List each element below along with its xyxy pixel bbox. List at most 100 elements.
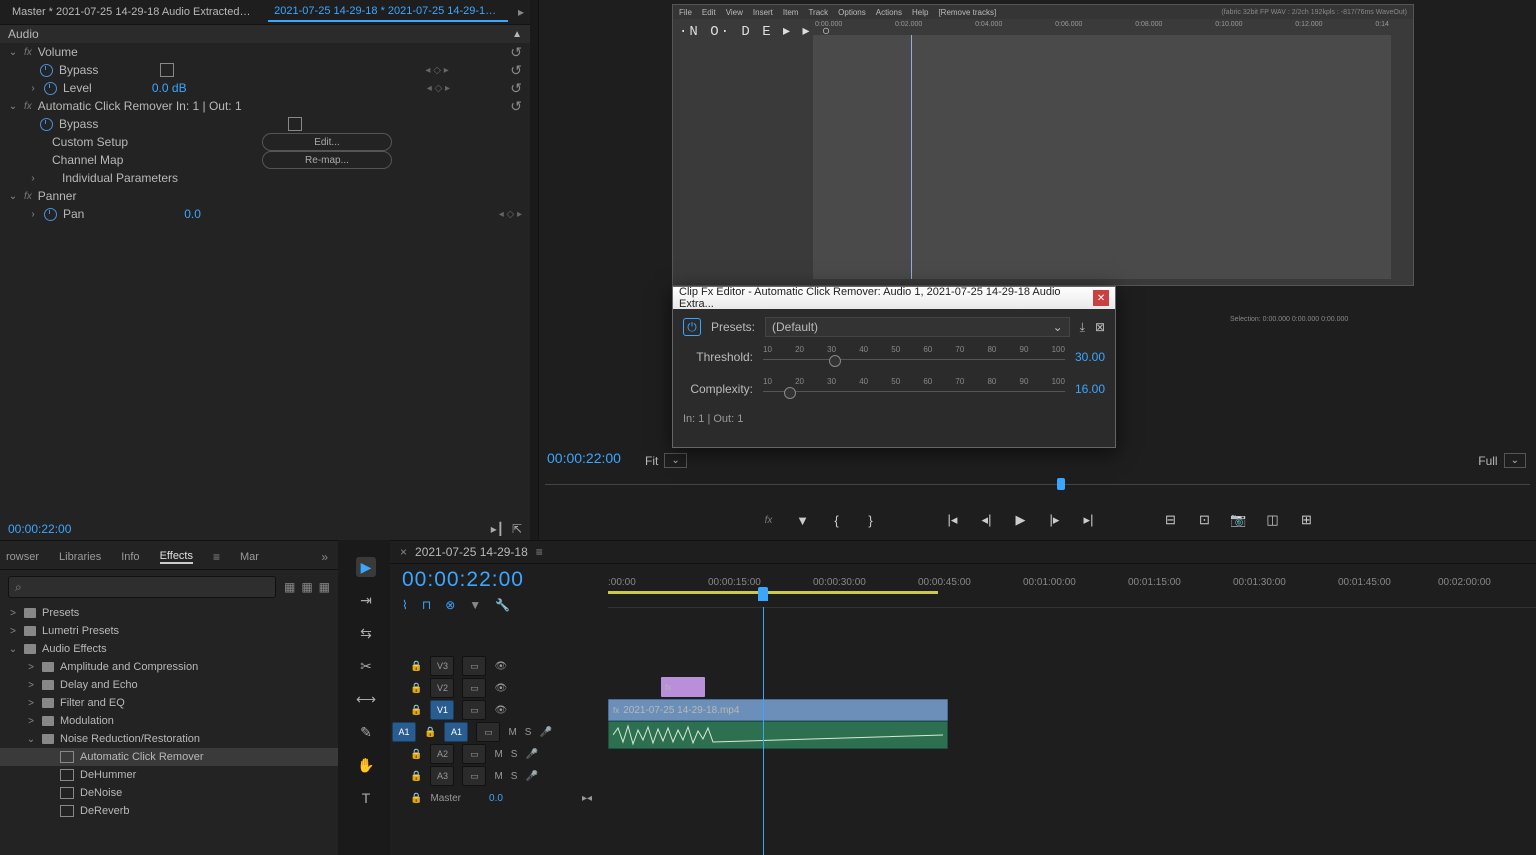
complexity-value[interactable]: 16.00	[1075, 382, 1105, 396]
graphic-clip[interactable]: fx	[661, 677, 705, 697]
panner-header[interactable]: ⌄ fx Panner	[0, 187, 530, 205]
play-icon[interactable]: ▶	[1013, 512, 1029, 528]
step-back-icon[interactable]: ◂|	[979, 512, 995, 528]
export-icon[interactable]: ⇱	[512, 522, 522, 536]
stopwatch-icon[interactable]	[44, 208, 57, 221]
play-only-icon[interactable]: ▸┃	[491, 522, 504, 536]
tree-item[interactable]: DeHummer	[0, 766, 338, 784]
goto-out-icon[interactable]: ▸|	[1081, 512, 1097, 528]
keyframe-nav[interactable]: ◂ ◇ ▸	[427, 83, 450, 94]
complexity-slider[interactable]: 102030405060708090100	[763, 377, 1065, 401]
ec-timecode[interactable]: 00:00:22:00	[8, 522, 71, 536]
track-select-tool[interactable]: ⇥	[356, 590, 376, 610]
preset-save-icon[interactable]: ⤓	[1080, 320, 1085, 335]
track-v2[interactable]: 🔒V2▭👁	[390, 677, 600, 699]
tree-item[interactable]: >Presets	[0, 604, 338, 622]
zoom-dropdown[interactable]: ⌄	[664, 453, 686, 468]
close-icon[interactable]: ✕	[1093, 290, 1109, 306]
reset-icon[interactable]: ↺	[510, 80, 522, 97]
extract-icon[interactable]: ⊡	[1197, 512, 1213, 528]
tree-item[interactable]: DeReverb	[0, 802, 338, 820]
menu-edit[interactable]: Edit	[702, 8, 716, 17]
bypass-checkbox[interactable]	[160, 63, 174, 77]
tree-item[interactable]: DeNoise	[0, 784, 338, 802]
level-value[interactable]: 0.0 dB	[152, 81, 187, 95]
razor-tool[interactable]: ✂	[356, 656, 376, 676]
hand-tool[interactable]: ✋	[356, 755, 376, 775]
menu-help[interactable]: Help	[912, 8, 928, 17]
volume-header[interactable]: ⌄ fx Volume ↺	[0, 43, 530, 61]
type-tool[interactable]: T	[356, 788, 376, 808]
camera-icon[interactable]: 📷	[1231, 512, 1247, 528]
tree-item[interactable]: >Amplitude and Compression	[0, 658, 338, 676]
indiv-params-row[interactable]: › Individual Parameters	[0, 169, 530, 187]
overflow-icon[interactable]: »	[321, 550, 328, 564]
audition-waveform[interactable]: 0:00.0000:02.0000:04.0000:06.0000:08.000…	[813, 35, 1391, 279]
threshold-value[interactable]: 30.00	[1075, 350, 1105, 364]
out-icon[interactable]: }	[863, 512, 879, 528]
threshold-slider[interactable]: 102030405060708090100	[763, 345, 1065, 369]
panel-menu-icon[interactable]: ≡	[536, 545, 543, 559]
remap-button[interactable]: Re-map...	[262, 151, 392, 169]
panel-menu-icon[interactable]: ▸	[518, 5, 524, 19]
keyframe-nav[interactable]: ◂ ◇ ▸	[499, 209, 522, 220]
power-icon[interactable]: ⏻	[683, 318, 701, 336]
keyframe-nav[interactable]: ◂ ◇ ▸	[425, 65, 448, 76]
snap-icon[interactable]: ⌇	[402, 598, 408, 612]
bypass-checkbox[interactable]	[288, 117, 302, 131]
marker-icon[interactable]: ▼	[795, 512, 811, 528]
reset-icon[interactable]: ↺	[510, 62, 522, 79]
tree-item[interactable]: >Lumetri Presets	[0, 622, 338, 640]
program-scrubber[interactable]	[545, 476, 1530, 492]
compare-icon[interactable]: ◫	[1265, 512, 1281, 528]
sequence-name[interactable]: 2021-07-25 14-29-18	[415, 545, 528, 559]
menu-item[interactable]: Item	[783, 8, 799, 17]
tab-info[interactable]: Info	[121, 551, 139, 563]
tree-item[interactable]: ⌄Audio Effects	[0, 640, 338, 658]
program-timecode[interactable]: 00:00:22:00	[547, 450, 621, 466]
menu-insert[interactable]: Insert	[753, 8, 773, 17]
tree-item[interactable]: >Delay and Echo	[0, 676, 338, 694]
track-a2[interactable]: 🔒A2▭MS🎤	[390, 743, 600, 765]
fx-icon[interactable]: fx	[761, 512, 777, 528]
filter-icon[interactable]: ▦	[284, 580, 295, 594]
track-a3[interactable]: 🔒A3▭MS🎤	[390, 765, 600, 787]
marker-icon[interactable]: ▼	[469, 598, 481, 612]
reset-icon[interactable]: ↺	[510, 44, 522, 61]
effects-search-input[interactable]: ⌕	[8, 576, 276, 598]
track-v1[interactable]: 🔒V1▭👁	[390, 699, 600, 721]
tree-item[interactable]: >Modulation	[0, 712, 338, 730]
timeline-ruler[interactable]: :00:00 00:00:15:00 00:00:30:00 00:00:45:…	[608, 577, 1536, 608]
menu-remove[interactable]: [Remove tracks]	[938, 8, 996, 17]
in-icon[interactable]: {	[829, 512, 845, 528]
video-clip[interactable]: fx 2021-07-25 14-29-18.mp4	[608, 699, 948, 721]
preset-delete-icon[interactable]: ⊠	[1095, 320, 1105, 334]
pan-value[interactable]: 0.0	[184, 207, 201, 221]
settings-icon[interactable]: ⊞	[1299, 512, 1315, 528]
step-fwd-icon[interactable]: |▸	[1047, 512, 1063, 528]
wrench-icon[interactable]: 🔧	[495, 598, 510, 612]
audio-clip[interactable]	[608, 721, 948, 749]
playhead[interactable]	[758, 587, 768, 601]
preset-dropdown[interactable]: (Default)⌄	[765, 317, 1070, 337]
track-master[interactable]: 🔒Master0.0▸◂	[390, 787, 600, 809]
tab-markers[interactable]: Mar	[240, 551, 259, 563]
res-dropdown[interactable]: ⌄	[1504, 453, 1526, 468]
ec-tab-master[interactable]: Master * 2021-07-25 14-29-18 Audio Extra…	[6, 3, 258, 21]
tree-item[interactable]: >Filter and EQ	[0, 694, 338, 712]
stopwatch-icon[interactable]	[40, 64, 53, 77]
edit-button[interactable]: Edit...	[262, 133, 392, 151]
track-a1[interactable]: A1🔒A1▭MS🎤	[390, 721, 600, 743]
selection-tool[interactable]: ▶	[356, 557, 376, 577]
ec-tab-clip[interactable]: 2021-07-25 14-29-18 * 2021-07-25 14-29-1…	[268, 2, 508, 22]
stopwatch-icon[interactable]	[44, 82, 57, 95]
menu-actions[interactable]: Actions	[876, 8, 902, 17]
pen-tool[interactable]: ✎	[356, 722, 376, 742]
track-v3[interactable]: 🔒V3▭👁	[390, 655, 600, 677]
menu-track[interactable]: Track	[808, 8, 828, 17]
lift-icon[interactable]: ⊟	[1163, 512, 1179, 528]
link-icon[interactable]: ⊗	[445, 598, 455, 612]
menu-view[interactable]: View	[726, 8, 743, 17]
panel-menu-icon[interactable]: ≡	[213, 550, 220, 564]
fx-title-bar[interactable]: Clip Fx Editor - Automatic Click Remover…	[673, 287, 1115, 309]
